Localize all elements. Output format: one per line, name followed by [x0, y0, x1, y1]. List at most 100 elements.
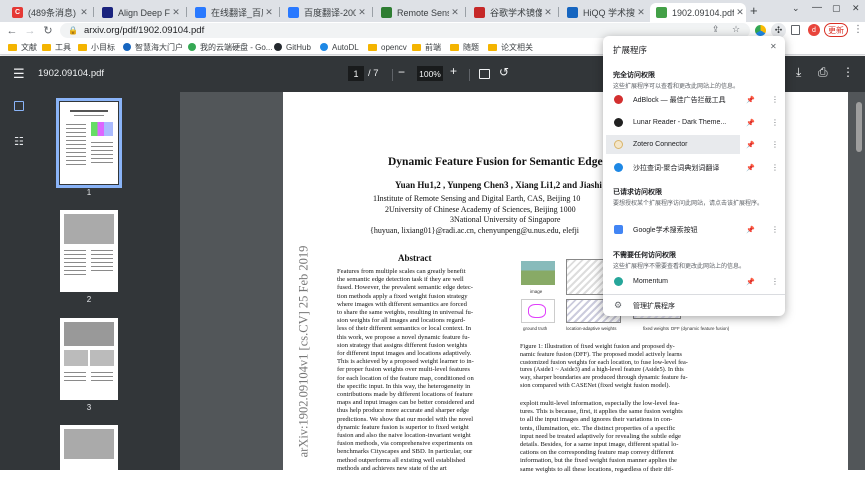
bookmark-folder[interactable]: opencv: [368, 41, 407, 53]
extension-item-momentum[interactable]: Momentum 📌 ⋮: [603, 272, 785, 291]
forward-button[interactable]: →: [22, 22, 38, 39]
browser-tab[interactable]: HiQQ 学术搜索 ✕: [561, 3, 647, 22]
new-tab-button[interactable]: +: [750, 3, 758, 18]
scrollbar-thumb[interactable]: [856, 102, 862, 152]
close-icon[interactable]: ✕: [734, 7, 746, 18]
reload-button[interactable]: ↻: [40, 22, 56, 39]
thumbnail-sidebar: ☷ 1 2 3: [0, 92, 180, 470]
affiliation: 2University of Chinese Academy of Scienc…: [385, 205, 576, 214]
more-actions-icon[interactable]: ⋮: [842, 65, 854, 79]
pin-icon[interactable]: 📌: [746, 226, 755, 234]
more-options-icon[interactable]: ⋮: [771, 118, 779, 127]
page-number-input[interactable]: 1: [348, 66, 364, 81]
close-icon[interactable]: ✕: [356, 7, 368, 18]
back-button[interactable]: ←: [4, 22, 20, 39]
avatar[interactable]: d: [808, 24, 820, 36]
page-thumbnail[interactable]: [60, 318, 118, 400]
bookmark-link[interactable]: AutoDL: [320, 41, 359, 53]
close-icon[interactable]: ✕: [170, 7, 182, 18]
outline-view-icon[interactable]: ☷: [14, 135, 24, 148]
browser-tab-active[interactable]: 1902.09104.pdf ✕: [650, 3, 746, 22]
abstract-line: fusion and also the naive location-invar…: [337, 432, 471, 440]
share-icon[interactable]: ⇪: [712, 24, 720, 35]
scrollbar[interactable]: [853, 92, 865, 470]
zoom-out-button[interactable]: −: [398, 65, 405, 79]
page-thumbnail[interactable]: [56, 98, 122, 188]
bookmark-star-icon[interactable]: ☆: [732, 24, 740, 35]
extension-item-zotero[interactable]: Zotero Connector: [606, 135, 740, 154]
browser-tab[interactable]: 谷歌学术镜像_Go ✕: [468, 3, 554, 22]
window-close-button[interactable]: ✕: [852, 3, 860, 14]
maximize-button[interactable]: ▢: [832, 3, 841, 14]
extension-item-adblock[interactable]: AdBlock — 最佳广告拦截工具 📌 ⋮: [603, 90, 785, 109]
close-icon[interactable]: ✕: [770, 42, 777, 51]
bookmark-folder[interactable]: 随题: [450, 41, 479, 53]
pin-icon[interactable]: 📌: [746, 119, 755, 127]
tab-title: 百度翻译-200种: [304, 8, 356, 18]
bookmark-folder[interactable]: 论文相关: [488, 41, 533, 53]
menu-icon[interactable]: ☰: [13, 66, 25, 82]
extension-name: Zotero Connector: [633, 141, 688, 148]
bookmark-folder[interactable]: 工具: [42, 41, 71, 53]
browser-tab[interactable]: C (489条消息) Elli ✕: [6, 3, 90, 22]
bookmark-folder[interactable]: 文献: [8, 41, 37, 53]
close-icon[interactable]: ✕: [542, 7, 554, 18]
page-thumbnail[interactable]: [60, 425, 118, 470]
thumbnail-label: 2: [86, 295, 92, 304]
ieee-favicon-icon: [102, 7, 113, 18]
caption-line: sion compared with CASENet (fixed weight…: [520, 381, 671, 389]
bookmark-label: AutoDL: [332, 42, 359, 52]
browser-tab[interactable]: 百度翻译-200种 ✕: [282, 3, 368, 22]
pin-icon[interactable]: 📌: [746, 141, 755, 149]
pinned-icon[interactable]: 📌: [746, 164, 755, 172]
extension-icon[interactable]: [755, 25, 766, 36]
minimize-button[interactable]: —: [812, 2, 822, 13]
more-options-icon[interactable]: ⋮: [771, 140, 779, 149]
rotate-icon[interactable]: ↺: [499, 65, 509, 79]
update-button[interactable]: 更新: [824, 23, 848, 37]
watermark: CSDN @Clark-dj: [751, 444, 835, 456]
browser-tab[interactable]: 在线翻译_百度翻 ✕: [189, 3, 275, 22]
more-options-icon[interactable]: ⋮: [771, 277, 779, 286]
caption-line: way, sharper boundaries are produced thr…: [520, 374, 688, 382]
zoom-input[interactable]: 100%: [417, 66, 443, 81]
more-options-icon[interactable]: ⋮: [771, 95, 779, 104]
close-icon[interactable]: ✕: [449, 7, 461, 18]
browser-tab[interactable]: Align Deep Feat ✕: [96, 3, 182, 22]
zoom-in-button[interactable]: +: [450, 64, 457, 78]
body-line: information, but the fixed weight fusion…: [520, 457, 677, 465]
chrome-menu-icon[interactable]: ⋮: [853, 24, 863, 35]
bookmark-link[interactable]: GitHub: [274, 41, 311, 53]
more-options-icon[interactable]: ⋮: [771, 225, 779, 234]
side-panel-icon[interactable]: [791, 25, 800, 35]
extension-item-saladict[interactable]: 沙拉查词-聚合词典划词翻译 📌 ⋮: [603, 158, 785, 177]
section-description: 这些扩展程序不需要查看和更改此网站上的信息。: [613, 264, 746, 270]
baidu-favicon-icon: [288, 7, 299, 18]
thumbnails-view-icon[interactable]: [14, 101, 24, 111]
extension-name: Momentum: [633, 278, 669, 285]
folder-icon: [8, 43, 17, 51]
pin-icon[interactable]: 📌: [746, 96, 755, 104]
tab-search-icon[interactable]: ⌄: [792, 3, 800, 14]
close-icon[interactable]: ✕: [635, 7, 647, 18]
bookmark-label: 随题: [463, 42, 479, 52]
extension-item-google-scholar[interactable]: Google学术搜索按钮 📌 ⋮: [603, 220, 785, 239]
manage-extensions-button[interactable]: ⚙ 管理扩展程序: [603, 296, 785, 315]
browser-tab[interactable]: Remote Sensing ✕: [375, 3, 461, 22]
bookmark-link[interactable]: 我的云端硬盘 - Go...: [188, 41, 272, 53]
folder-icon: [78, 43, 87, 51]
pin-icon[interactable]: 📌: [746, 278, 755, 286]
download-icon[interactable]: ⤓: [796, 65, 801, 80]
abstract-line: sion strategy that assigns different fus…: [337, 341, 468, 349]
lock-icon[interactable]: 🔒: [68, 26, 78, 35]
bookmark-link[interactable]: 智慧海大门户: [123, 41, 183, 53]
print-icon[interactable]: ⎙: [818, 65, 828, 80]
bookmark-folder[interactable]: 前端: [412, 41, 441, 53]
page-thumbnail[interactable]: [60, 210, 118, 292]
extension-item-lunar-reader[interactable]: Lunar Reader - Dark Theme... 📌 ⋮: [603, 113, 785, 132]
close-icon[interactable]: ✕: [78, 7, 90, 18]
bookmark-folder[interactable]: 小目标: [78, 41, 115, 53]
more-options-icon[interactable]: ⋮: [771, 163, 779, 172]
fit-page-icon[interactable]: [479, 69, 490, 79]
close-icon[interactable]: ✕: [263, 7, 275, 18]
